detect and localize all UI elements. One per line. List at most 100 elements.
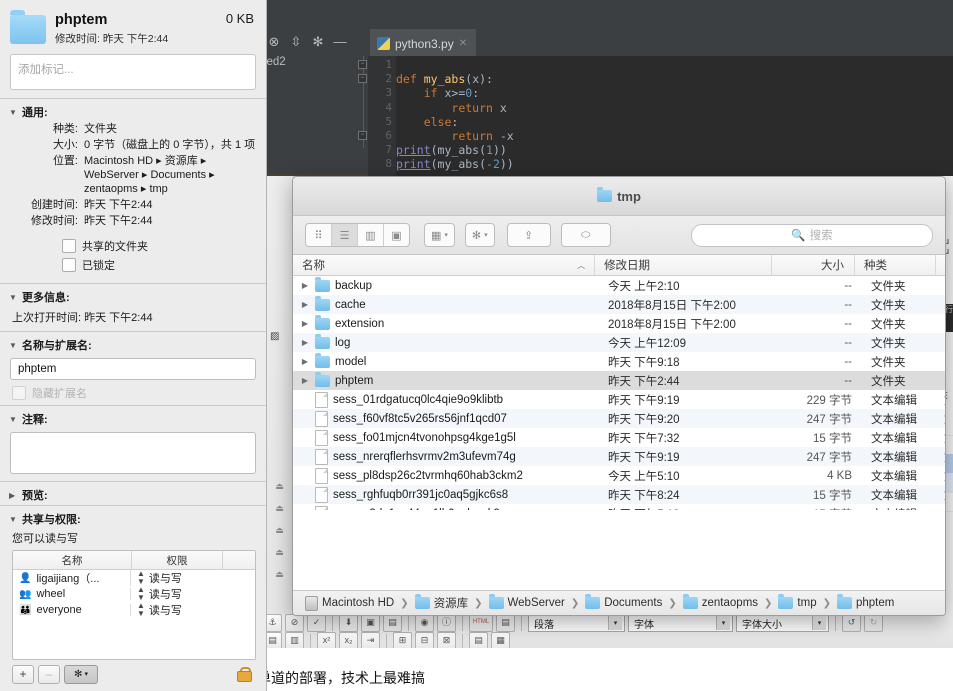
breadcrumb-item-phptem[interactable]: phptem — [836, 594, 894, 609]
file-name-cell[interactable]: ▶ log — [293, 333, 599, 349]
disclosure-triangle-icon[interactable]: ▶ — [300, 357, 310, 366]
shared-folder-checkbox-row[interactable]: 共享的文件夹 — [62, 238, 266, 254]
table-row[interactable]: ▶ cache 2018年8月15日 下午2:00 -- 文件夹 — [293, 295, 945, 314]
disclosure-triangle-icon[interactable]: ▶ — [300, 319, 310, 328]
arrange-by-button[interactable]: ▦ ▾ — [424, 223, 455, 247]
file-name-cell[interactable]: sess_rghfuqb0rr391jc0aq5gjkc6s8 — [293, 486, 599, 503]
image-icon[interactable]: ▣ — [361, 614, 380, 632]
column-header-kind[interactable]: 种类 — [855, 255, 936, 275]
info-icon[interactable]: ⓘ — [437, 614, 456, 632]
finder-titlebar[interactable]: tmp — [293, 177, 945, 216]
eject-icon[interactable]: ⏏ — [266, 547, 293, 558]
locked-checkbox-row[interactable]: 已锁定 — [62, 257, 266, 273]
search-input[interactable]: 🔍 搜索 — [691, 223, 933, 247]
stepper-icon[interactable]: ▲ ▼ — [137, 586, 145, 602]
font-family-select[interactable]: 字体 ▾ — [628, 614, 733, 632]
file-name-cell[interactable]: ▶ backup — [293, 276, 599, 292]
permissions-table[interactable]: 名称 权限 👤 ligaijiang（... ▲ ▼ 读与写 👥 wheel ▲… — [12, 550, 256, 660]
file-name-cell[interactable]: sess_01rdgatucq0lc4qie9o9klibtb — [293, 391, 599, 408]
section-name-extension-header[interactable]: ▼ 名称与扩展名: — [0, 337, 266, 353]
tags-input[interactable]: 添加标记... — [10, 54, 256, 90]
shared-folder-checkbox[interactable] — [62, 239, 76, 253]
finder-window[interactable]: tmp ⠿ ☰ ▥ ▣ ▦ ▾ ✻ ▾ ⇪ ⬭ 🔍 搜索 名称 ︿ 修改日期 大… — [292, 176, 946, 616]
gallery-view-icon[interactable]: ▣ — [384, 224, 409, 246]
column-header-date[interactable]: 修改日期 — [595, 255, 772, 275]
tags-button[interactable]: ⬭ — [560, 223, 611, 247]
undo-icon[interactable]: ↺ — [842, 614, 861, 632]
gear-icon[interactable]: ✻ — [307, 31, 329, 53]
permissions-row[interactable]: 👥 wheel ▲ ▼ 读与写 — [13, 586, 255, 602]
flash-icon[interactable]: ◉ — [415, 614, 434, 632]
preview-icon[interactable]: ▤ — [496, 614, 515, 632]
html-source-button[interactable]: HTML — [469, 614, 493, 632]
breadcrumb-item-tmp[interactable]: tmp — [778, 594, 817, 609]
settings-sliders-icon[interactable]: ⇳ — [285, 31, 307, 53]
table-row[interactable]: sess_01rdgatucq0lc4qie9o9klibtb 昨天 下午9:1… — [293, 390, 945, 409]
table-row[interactable]: ▶ model 昨天 下午9:18 -- 文件夹 — [293, 352, 945, 371]
disclosure-triangle-icon[interactable]: ▶ — [300, 300, 310, 309]
download-icon[interactable]: ⬇ — [339, 614, 358, 632]
font-size-select[interactable]: 字体大小 ▾ — [736, 614, 829, 632]
permissions-value-cell[interactable]: ▲ ▼ 读与写 — [131, 602, 255, 618]
fold-marker-icon[interactable]: − — [358, 74, 367, 83]
eject-icon[interactable]: ⏏ — [266, 481, 293, 492]
table-row[interactable]: ▶ extension 2018年8月15日 下午2:00 -- 文件夹 — [293, 314, 945, 333]
fold-marker-icon[interactable]: − — [358, 60, 367, 69]
eject-icon[interactable]: ⏏ — [266, 525, 293, 536]
remove-user-button[interactable]: – — [38, 664, 60, 684]
column-header-size[interactable]: 大小 — [772, 255, 855, 275]
file-name-cell[interactable]: sess_pl8dsp26c2tvrmhq60hab3ckm2 — [293, 467, 599, 484]
code-text-area[interactable]: 1 2 3 4 5 6 7 8 def my_abs(x): if x>=0: … — [368, 56, 953, 176]
table-row[interactable]: sess_nrerqflerhsvrmv2m3ufevm74g 昨天 下午9:1… — [293, 447, 945, 466]
permissions-row[interactable]: 👪 everyone ▲ ▼ 读与写 — [13, 602, 255, 618]
table-row[interactable]: sess_fo01mjcn4tvonohpsg4kge1g5l 昨天 下午7:3… — [293, 428, 945, 447]
table-row[interactable]: sess_u3dg1ca44eu1lh0qolgsck9mcp 昨天 下午5:1… — [293, 504, 945, 510]
fold-marker-icon[interactable]: − — [358, 131, 367, 140]
file-name-cell[interactable]: ▶ cache — [293, 295, 599, 311]
permissions-row[interactable]: 👤 ligaijiang（... ▲ ▼ 读与写 — [13, 570, 255, 586]
disclosure-triangle-icon[interactable]: ▶ — [300, 338, 310, 347]
breadcrumb-item-webserver[interactable]: WebServer — [488, 594, 565, 609]
action-gear-button[interactable]: ✻ ▾ — [464, 223, 495, 247]
locked-checkbox[interactable] — [62, 258, 76, 272]
file-name-cell[interactable]: ▶ phptem — [293, 371, 599, 387]
file-list[interactable]: ▶ backup 今天 上午2:10 -- 文件夹 ▶ cache 2018年8月1… — [293, 276, 945, 510]
file-name-cell[interactable]: ▶ extension — [293, 314, 599, 330]
file-name-cell[interactable]: sess_u3dg1ca44eu1lh0qolgsck9mcp — [293, 505, 599, 510]
permissions-value-cell[interactable]: ▲ ▼ 读与写 — [131, 570, 255, 586]
view-mode-segmented-control[interactable]: ⠿ ☰ ▥ ▣ — [305, 223, 410, 247]
add-user-button[interactable]: + — [12, 664, 34, 684]
file-name-cell[interactable]: sess_fo01mjcn4tvonohpsg4kge1g5l — [293, 429, 599, 446]
stepper-icon[interactable]: ▲ ▼ — [137, 602, 145, 618]
table-row[interactable]: ▶ backup 今天 上午2:10 -- 文件夹 — [293, 276, 945, 295]
breadcrumb-item-zentaopms[interactable]: zentaopms — [682, 594, 758, 609]
table-row[interactable]: sess_rghfuqb0rr391jc0aq5gjkc6s8 昨天 下午8:2… — [293, 485, 945, 504]
section-more-info-header[interactable]: ▼ 更多信息: — [0, 289, 266, 305]
icon-view-icon[interactable]: ⠿ — [306, 224, 332, 246]
eject-icon[interactable]: ⏏ — [266, 503, 293, 514]
redo-icon[interactable]: ↻ — [864, 614, 883, 632]
breadcrumb-item-documents[interactable]: Documents — [585, 594, 662, 609]
breadcrumb-item-macintosh-hd[interactable]: Macintosh HD — [305, 595, 394, 611]
comments-textarea[interactable] — [10, 432, 256, 474]
disclosure-triangle-icon[interactable]: ▶ — [300, 376, 310, 385]
stepper-icon[interactable]: ▲ ▼ — [137, 570, 145, 586]
file-name-cell[interactable]: sess_f60vf8tc5v265rs56jnf1qcd07 — [293, 410, 599, 427]
column-header-name[interactable]: 名称 ︿ — [293, 255, 596, 275]
unlink-icon[interactable]: ⊘ — [285, 614, 304, 632]
check-icon[interactable]: ✓ — [307, 614, 326, 632]
table-row[interactable]: ▶ log 今天 上午12:09 -- 文件夹 — [293, 333, 945, 352]
file-list-empty-area[interactable] — [293, 510, 945, 585]
lock-closed-icon[interactable] — [237, 666, 252, 682]
table-row[interactable]: ▶ phptem 昨天 下午2:44 -- 文件夹 — [293, 371, 945, 390]
name-input[interactable]: phptem — [10, 358, 256, 380]
paragraph-style-select[interactable]: 段落 ▾ — [528, 614, 625, 632]
section-comments-header[interactable]: ▼ 注释: — [0, 411, 266, 427]
breadcrumb-item-library[interactable]: 资源库 — [414, 594, 468, 611]
eject-icon[interactable]: ⏏ — [266, 569, 293, 580]
file-name-cell[interactable]: ▶ model — [293, 352, 599, 368]
share-button[interactable]: ⇪ — [506, 223, 551, 247]
get-info-window[interactable]: phptem 修改时间: 昨天 下午2:44 0 KB 添加标记... ▼ 通用… — [0, 0, 267, 691]
media-icon[interactable]: ▤ — [383, 614, 402, 632]
section-sharing-header[interactable]: ▼ 共享与权限: — [0, 511, 266, 527]
